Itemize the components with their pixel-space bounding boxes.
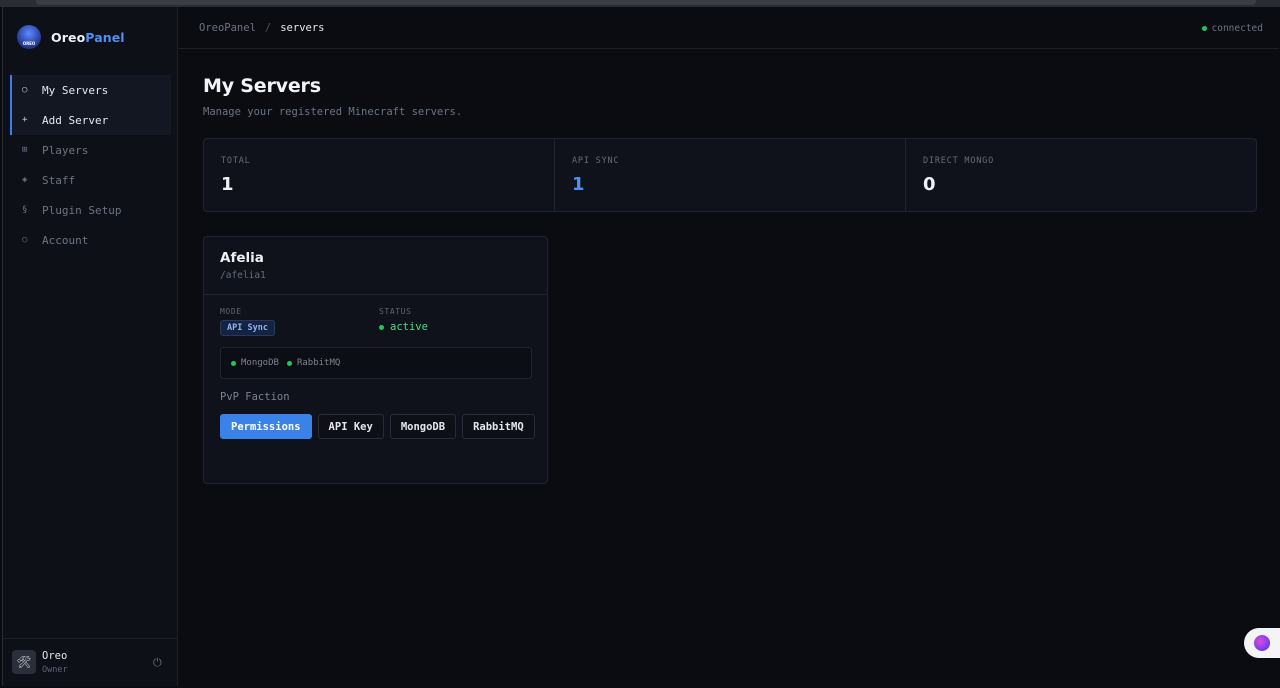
connection-mongodb: MongoDB (231, 358, 279, 368)
assistant-widget[interactable] (1244, 628, 1280, 658)
brain-icon (1254, 635, 1270, 651)
circle-icon: ○ (22, 235, 28, 245)
server-name: Afelia (220, 250, 264, 266)
stat-total: TOTAL 1 (204, 139, 555, 211)
status-dot-icon (231, 360, 236, 366)
page-title: My Servers (203, 75, 321, 97)
status-badge: active (379, 321, 428, 333)
app-window: OREO OreoPanel ○ My Servers + Add Server… (2, 7, 1279, 686)
permissions-button[interactable]: Permissions (220, 414, 312, 439)
connection-status: connected (1201, 23, 1263, 34)
status-dot-icon (1201, 26, 1207, 31)
stat-api-sync: API SYNC 1 (555, 139, 906, 211)
server-actions: Permissions API Key MongoDB RabbitMQ (220, 414, 540, 439)
sidebar-item-label: Players (42, 143, 89, 157)
mode-badge: API Sync (220, 320, 275, 336)
breadcrumb: OreoPanel / servers (199, 22, 325, 34)
api-key-button[interactable]: API Key (317, 414, 384, 439)
avatar[interactable]: 🛠 (12, 650, 36, 674)
logo-icon: OREO (17, 25, 41, 49)
user-role: Owner (42, 665, 68, 675)
rabbitmq-button[interactable]: RabbitMQ (462, 414, 535, 439)
breadcrumb-separator: / (264, 22, 272, 34)
sidebar-item-label: Staff (42, 173, 76, 187)
server-gamemode: PvP Faction (220, 391, 290, 403)
mode-label: MODE (220, 307, 242, 316)
stat-value: 1 (572, 174, 585, 195)
server-slug: /afelia1 (220, 270, 266, 281)
plus-icon: + (22, 115, 28, 125)
breadcrumb-current: servers (280, 22, 325, 34)
sidebar-item-plugin-setup[interactable]: § Plugin Setup (10, 195, 171, 225)
stat-label: DIRECT MONGO (923, 156, 995, 166)
stat-label: API SYNC (572, 156, 620, 166)
status-value: active (390, 321, 428, 333)
divider (204, 294, 547, 295)
status-dot-icon (286, 360, 292, 366)
section-icon: § (22, 205, 28, 215)
browser-chrome (0, 0, 1280, 7)
diamond-icon: ◈ (22, 175, 28, 185)
power-icon[interactable]: ⏻ (153, 656, 162, 670)
mongodb-button[interactable]: MongoDB (389, 414, 457, 439)
stat-value: 1 (221, 174, 234, 195)
stat-label: TOTAL (221, 156, 251, 166)
sidebar-item-label: Add Server (42, 113, 109, 127)
user-name: Oreo (42, 650, 68, 662)
breadcrumb-root[interactable]: OreoPanel (199, 22, 256, 34)
stat-direct-mongo: DIRECT MONGO 0 (906, 139, 1256, 211)
sidebar-item-account[interactable]: ○ Account (10, 225, 171, 255)
sidebar-item-my-servers[interactable]: ○ My Servers (10, 75, 171, 105)
topbar: OreoPanel / servers connected (179, 7, 1279, 49)
status-label: STATUS (379, 307, 412, 316)
address-bar[interactable] (36, 0, 1256, 5)
sidebar-item-staff[interactable]: ◈ Staff (10, 165, 171, 195)
page-subtitle: Manage your registered Minecraft servers… (203, 106, 463, 118)
grid-icon: ⊞ (22, 145, 28, 155)
sidebar-item-players[interactable]: ⊞ Players (10, 135, 171, 165)
sidebar-item-label: My Servers (42, 83, 109, 97)
sidebar-nav: ○ My Servers + Add Server ⊞ Players ◈ St… (10, 75, 171, 255)
sidebar-item-label: Plugin Setup (42, 203, 122, 217)
connection-rabbitmq: RabbitMQ (286, 358, 340, 368)
brand-name: OreoPanel (51, 29, 125, 45)
status-dot-icon (379, 324, 384, 330)
sidebar-item-add-server[interactable]: + Add Server (10, 105, 171, 135)
server-card[interactable]: Afelia /afelia1 MODE API Sync STATUS act… (203, 236, 548, 484)
circle-icon: ○ (22, 85, 28, 95)
connections-box: MongoDB RabbitMQ (220, 347, 532, 379)
brand[interactable]: OREO OreoPanel (17, 25, 125, 49)
connection-status-label: connected (1211, 23, 1263, 34)
stats-panel: TOTAL 1 API SYNC 1 DIRECT MONGO 0 (203, 138, 1257, 212)
sidebar-item-label: Account (42, 233, 89, 247)
sidebar: OREO OreoPanel ○ My Servers + Add Server… (3, 7, 178, 686)
user-panel: 🛠 Oreo Owner ⏻ (3, 638, 178, 686)
stat-value: 0 (923, 174, 936, 195)
